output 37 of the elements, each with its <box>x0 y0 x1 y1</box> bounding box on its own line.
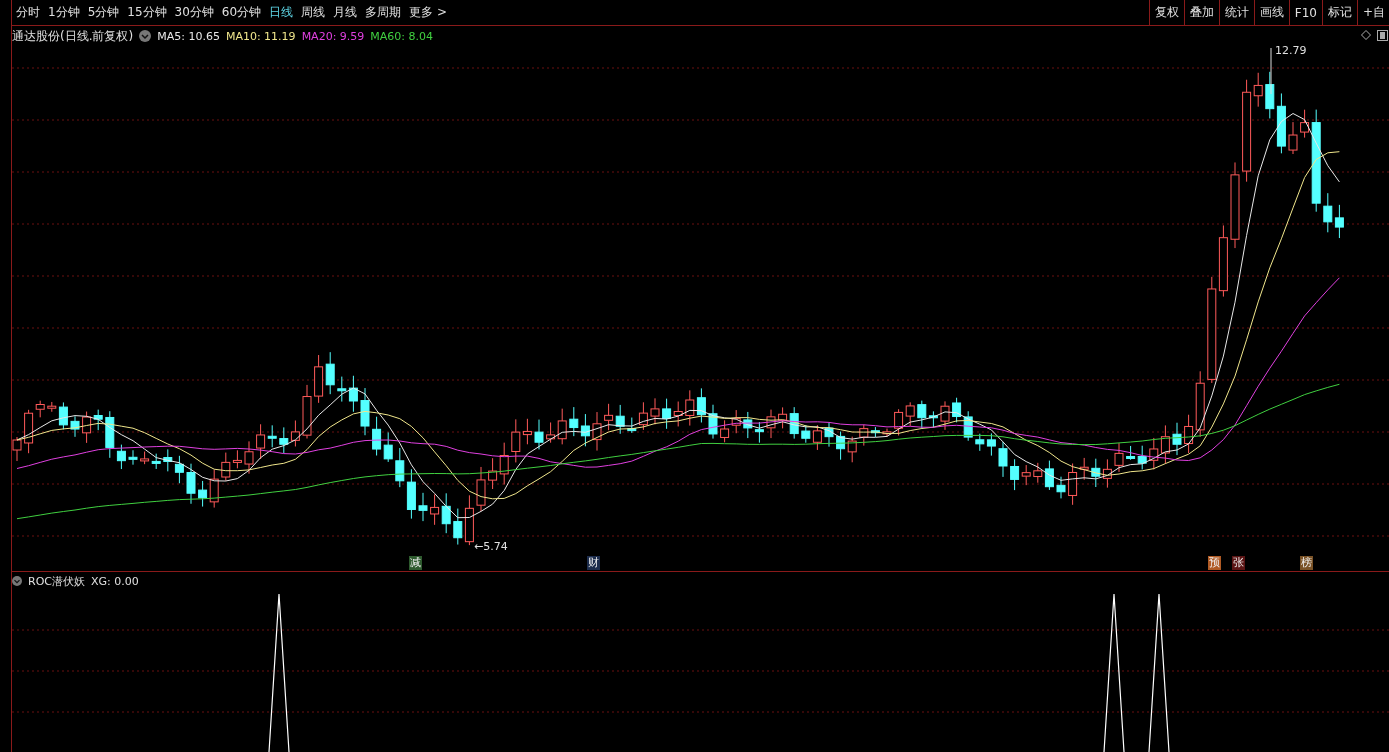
period-tab[interactable]: 多周期 <box>365 4 402 21</box>
period-tab[interactable]: 日线 <box>269 4 294 21</box>
period-tab[interactable]: 5分钟 <box>87 4 120 21</box>
toolbar-button[interactable]: 叠加 <box>1183 0 1219 25</box>
period-tab[interactable]: 60分钟 <box>221 4 262 21</box>
dropdown-icon[interactable] <box>139 30 152 42</box>
period-tab[interactable]: 30分钟 <box>174 4 214 21</box>
period-tab[interactable]: 月线 <box>333 4 358 21</box>
toolbar-button[interactable]: 画线 <box>1253 0 1289 25</box>
moving-average-label: MA20: 9.59 <box>301 29 365 43</box>
period-tab[interactable]: 更多 > <box>409 4 447 21</box>
signal-marker: 财 <box>587 556 600 570</box>
toolbar-button[interactable]: F10 <box>1288 0 1322 25</box>
high-price-label: 12.79 <box>1275 44 1307 57</box>
period-tab[interactable]: 15分钟 <box>127 4 167 21</box>
moving-average-label: MA10: 11.19 <box>225 29 296 43</box>
panel-icon[interactable] <box>1377 30 1388 41</box>
leader-line <box>1270 47 1272 95</box>
toolbar-button[interactable]: 标记 <box>1321 0 1357 25</box>
stock-title: 通达股份(日线.前复权) <box>12 27 134 45</box>
signal-marker: 榜 <box>1300 556 1313 570</box>
diamond-icon[interactable] <box>1361 30 1371 40</box>
signal-marker: 张 <box>1232 556 1245 570</box>
moving-average-label: MA60: 8.04 <box>370 29 434 43</box>
period-tab[interactable]: 1分钟 <box>48 4 80 21</box>
dropdown-icon[interactable] <box>12 576 22 586</box>
low-price-label: ←5.74 <box>474 540 508 553</box>
toolbar-button[interactable]: +自 <box>1356 0 1389 25</box>
signal-marker: 预 <box>1208 556 1221 570</box>
indicator-reading: XG: 0.00 <box>91 574 139 588</box>
signal-marker: 减 <box>409 556 422 570</box>
indicator-title: ROC潜伏妖 <box>28 573 85 589</box>
period-tab[interactable]: 分时 <box>16 4 40 21</box>
toolbar-button[interactable]: 复权 <box>1148 0 1184 25</box>
moving-average-label: MA5: 10.65 <box>157 29 220 43</box>
toolbar-button[interactable]: 统计 <box>1218 0 1254 25</box>
period-tab[interactable]: 周线 <box>301 4 326 21</box>
